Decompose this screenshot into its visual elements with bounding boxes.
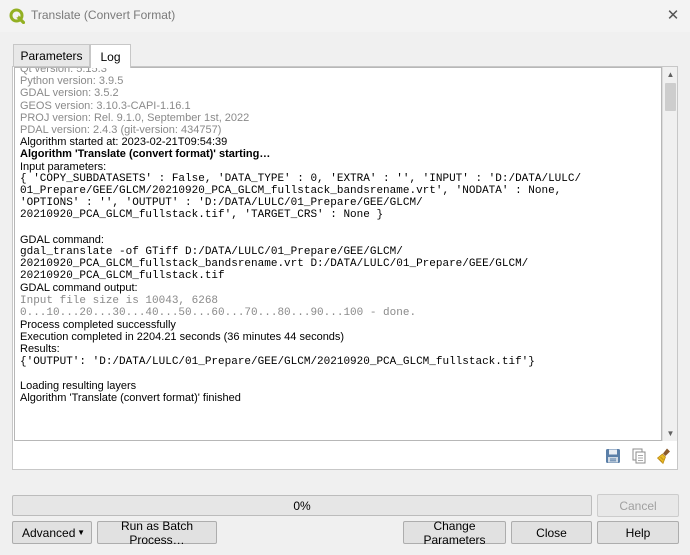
log-line: Input file size is 10043, 6268 xyxy=(20,294,219,307)
clear-log-icon[interactable] xyxy=(656,447,674,465)
log-line: Algorithm 'Translate (convert format)' f… xyxy=(20,392,241,405)
log-line: PDAL version: 2.4.3 (git-version: 434757… xyxy=(20,123,222,136)
log-line: PROJ version: Rel. 9.1.0, September 1st,… xyxy=(20,111,250,124)
qgis-logo-icon xyxy=(9,8,25,24)
title-bar: Translate (Convert Format) ✕ xyxy=(0,0,690,32)
save-log-icon[interactable] xyxy=(604,447,622,465)
log-line: GEOS version: 3.10.3-CAPI-1.16.1 xyxy=(20,99,191,112)
progress-label: 0% xyxy=(293,498,311,513)
log-line: 20210920_PCA_GLCM_fullstack.tif xyxy=(20,270,225,283)
log-line: Python version: 3.9.5 xyxy=(20,75,124,88)
log-lines: Qt version: 5.15.3 Python version: 3.9.5 G… xyxy=(20,67,657,405)
tab-log[interactable]: Log xyxy=(90,44,131,68)
log-line: Input parameters: xyxy=(20,160,107,173)
log-line: gdal_translate -of GTiff D:/DATA/LULC/01… xyxy=(20,245,403,258)
log-line: GDAL command: xyxy=(20,233,104,246)
close-button[interactable]: Close xyxy=(511,521,592,544)
log-line: Qt version: 5.15.3 xyxy=(20,67,107,75)
log-line: 20210920_PCA_GLCM_fullstack_bandsrename.… xyxy=(20,258,529,270)
log-line: 'OPTIONS' : '', 'OUTPUT' : 'D:/DATA/LULC… xyxy=(20,197,423,210)
log-line: {'OUTPUT': 'D:/DATA/LULC/01_Prepare/GEE/… xyxy=(20,355,535,368)
log-line: Algorithm 'Translate (convert format)' s… xyxy=(20,148,271,161)
log-line: GDAL version: 3.5.2 xyxy=(20,87,119,100)
close-window-icon[interactable]: ✕ xyxy=(662,6,684,26)
run-as-batch-button[interactable]: Run as Batch Process… xyxy=(97,519,217,547)
log-line: { 'COPY_SUBDATASETS' : False, 'DATA_TYPE… xyxy=(20,172,582,185)
advanced-label: Advanced xyxy=(22,525,76,540)
log-text-area[interactable]: Qt version: 5.15.3 Python version: 3.9.5 G… xyxy=(14,67,662,441)
log-line: Results: xyxy=(20,343,60,356)
log-line: Algorithm started at: 2023-02-21T09:54:3… xyxy=(20,136,228,149)
log-line: Process completed successfully xyxy=(20,318,176,331)
log-tab-panel: Qt version: 5.15.3 Python version: 3.9.5 G… xyxy=(12,66,678,470)
dropdown-arrow-icon: ▼ xyxy=(77,528,85,537)
progress-bar: 0% xyxy=(12,495,592,516)
log-line: GDAL command output: xyxy=(20,282,138,295)
copy-log-icon[interactable] xyxy=(630,447,648,465)
scroll-up-icon[interactable]: ▲ xyxy=(663,67,678,82)
cancel-button[interactable]: Cancel xyxy=(597,494,679,517)
log-scrollbar[interactable]: ▲ ▼ xyxy=(662,67,677,441)
scroll-down-icon[interactable]: ▼ xyxy=(663,426,678,441)
log-line: Loading resulting layers xyxy=(20,379,137,392)
log-line: 01_Prepare/GEE/GLCM/20210920_PCA_GLCM_fu… xyxy=(20,184,562,197)
advanced-button[interactable]: Advanced ▼ xyxy=(12,521,92,544)
scroll-thumb[interactable] xyxy=(665,83,676,111)
change-parameters-button[interactable]: Change Parameters xyxy=(403,519,506,547)
log-toolbar xyxy=(604,447,674,465)
window-title: Translate (Convert Format) xyxy=(31,8,176,22)
log-line: Execution completed in 2204.21 seconds (… xyxy=(20,331,345,344)
log-line: 20210920_PCA_GLCM_fullstack.tif', 'TARGE… xyxy=(20,209,384,222)
log-line: 0...10...20...30...40...50...60...70...8… xyxy=(20,306,417,319)
help-button[interactable]: Help xyxy=(597,521,679,544)
tab-parameters[interactable]: Parameters xyxy=(13,44,90,67)
